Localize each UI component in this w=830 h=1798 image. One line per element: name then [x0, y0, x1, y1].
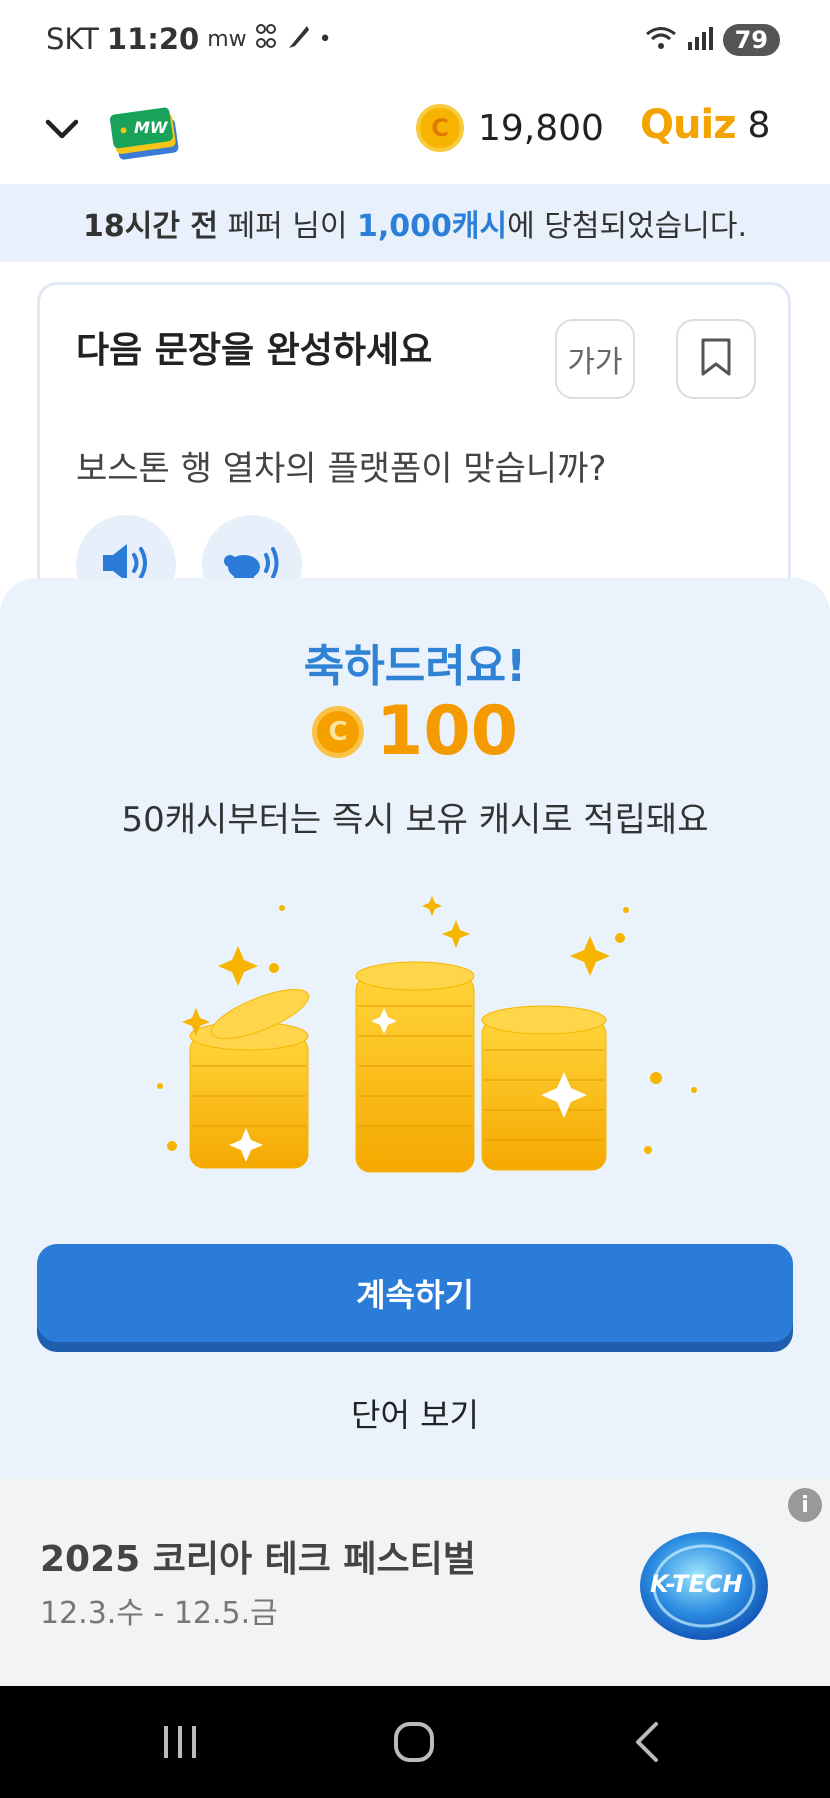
continue-button[interactable]: 계속하기	[37, 1244, 793, 1342]
cash-balance[interactable]: C 19,800	[416, 104, 604, 152]
winner-notice-banner: 18시간 전 페퍼 님이 1,000캐시 에 당첨되었습니다.	[0, 184, 830, 262]
cash-balance-value: 19,800	[478, 107, 604, 149]
ad-info-icon[interactable]: i	[788, 1488, 822, 1522]
question-title: 다음 문장을 완성하세요	[76, 330, 433, 371]
status-right: 79	[645, 24, 780, 56]
system-nav-bar	[0, 1686, 830, 1798]
quiz-counter[interactable]: Quiz 8	[640, 102, 770, 148]
bookmark-button[interactable]	[676, 319, 756, 399]
reward-amount: C 100	[0, 692, 830, 771]
reward-description: 50캐시부터는 즉시 보유 캐시로 적립돼요	[121, 800, 709, 840]
collapse-chevron-icon[interactable]	[42, 110, 82, 150]
coin-stacks-illustration	[120, 896, 720, 1196]
notice-user: 페퍼 님이	[218, 209, 358, 244]
clock: 11:20	[106, 22, 200, 56]
logo-text: MW	[134, 118, 168, 137]
back-icon[interactable]	[618, 1714, 678, 1770]
bookmark-icon	[699, 337, 733, 381]
battery-indicator: 79	[722, 24, 780, 56]
grid-notification-icon	[255, 23, 277, 55]
coin-icon: C	[312, 705, 365, 758]
home-icon[interactable]	[384, 1714, 444, 1770]
signal-icon	[687, 26, 713, 54]
carrier: SKT	[46, 22, 99, 56]
notice-amount: 1,000캐시	[357, 209, 508, 244]
quiz-count: 8	[747, 104, 771, 146]
ad-title: 2025 코리아 테크 페스티벌	[40, 1539, 476, 1580]
quiz-logo: Quiz	[640, 102, 736, 148]
question-sentence: 보스톤 행 열차의 플랫폼이 맞습니까?	[76, 449, 607, 489]
app-header: MW C 19,800 Quiz 8	[0, 80, 830, 184]
ktech-logo-text: K-TECH	[650, 1570, 743, 1598]
feather-notification-icon	[285, 22, 311, 56]
recent-apps-icon[interactable]	[150, 1714, 210, 1770]
coin-icon: C	[416, 104, 464, 152]
ad-banner[interactable]: 2025 코리아 테크 페스티벌 12.3.수 - 12.5.금 i K-TEC…	[0, 1478, 830, 1686]
status-left: SKT 11:20 mw •	[46, 22, 332, 56]
reward-value: 100	[376, 692, 518, 771]
mw-notification-icon: mw	[207, 26, 247, 52]
ad-date: 12.3.수 - 12.5.금	[40, 1596, 278, 1631]
app-logo: MW	[109, 100, 186, 164]
view-words-link[interactable]: 단어 보기	[0, 1390, 830, 1436]
reward-bottom-sheet: 축하드려요! C 100 50캐시부터는 즉시 보유 캐시로 적립돼요 계속하기…	[0, 578, 830, 1478]
wifi-icon	[645, 25, 677, 55]
congrats-title: 축하드려요!	[303, 641, 527, 692]
status-bar: SKT 11:20 mw • 79	[0, 0, 830, 80]
notice-suffix: 에 당첨되었습니다.	[507, 209, 747, 244]
font-size-button[interactable]: 가가	[555, 319, 635, 399]
notice-time: 18시간 전	[83, 209, 218, 244]
ktech-logo: K-TECH	[636, 1526, 772, 1644]
more-notifications-dot: •	[318, 26, 332, 52]
